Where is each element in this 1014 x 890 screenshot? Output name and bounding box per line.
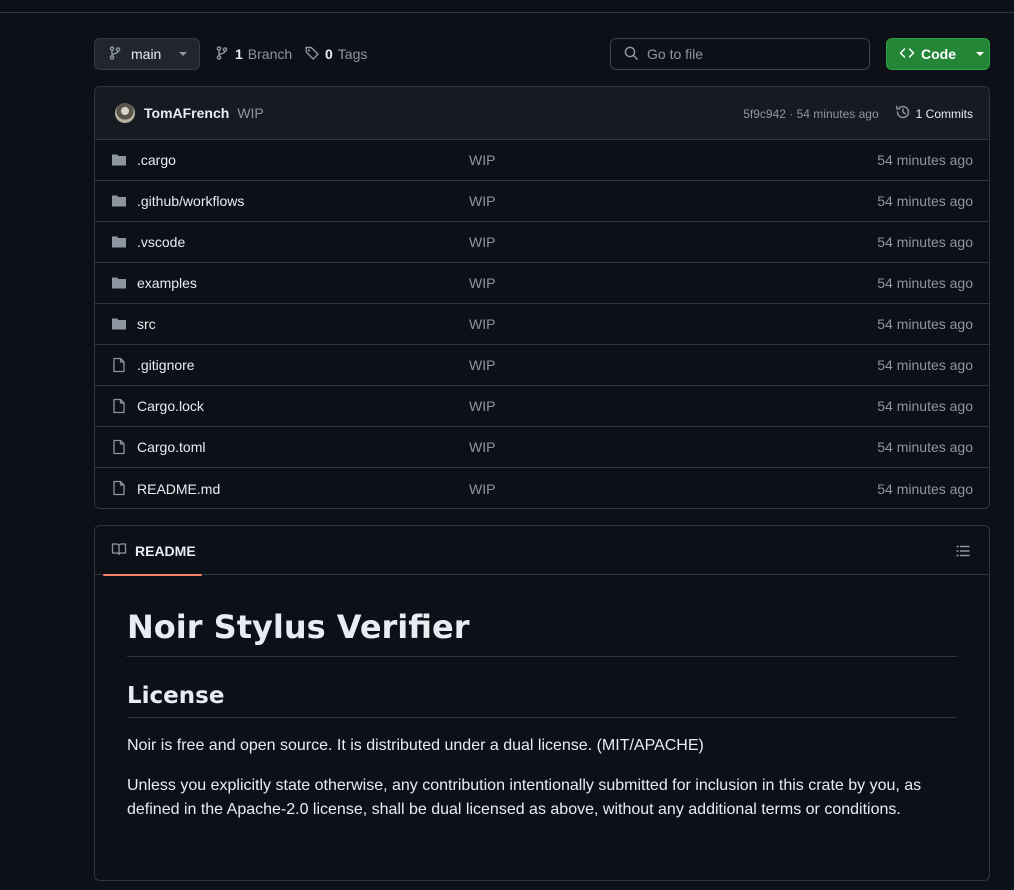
file-icon [111,480,127,496]
file-commit-age: 54 minutes ago [877,439,973,455]
readme-title: Noir Stylus Verifier [127,608,957,657]
file-commit-message[interactable]: WIP [469,275,495,291]
file-name-link[interactable]: examples [137,275,197,291]
search-icon [623,45,639,64]
branches-link[interactable]: 1 Branch [214,38,292,70]
header-divider [0,12,1014,13]
repo-toolbar: main 1 Branch 0 Tags Code [94,38,990,70]
code-button-label: Code [921,46,956,62]
readme-paragraph: Unless you explicitly state otherwise, a… [127,777,922,818]
commit-sha-time[interactable]: 5f9c942 · 54 minutes ago [743,107,878,121]
readme-panel: README Noir Stylus Verifier License Noir… [94,525,990,881]
file-commit-message[interactable]: WIP [469,481,495,497]
commits-history-link[interactable]: 1 Commits [895,104,973,123]
file-commit-age: 54 minutes ago [877,357,973,373]
branch-label: Branch [247,46,293,62]
tag-count: 0 [325,46,333,62]
file-commit-message[interactable]: WIP [469,316,495,332]
file-commit-age: 54 minutes ago [877,193,973,209]
file-name-link[interactable]: .github/workflows [137,193,244,209]
file-name-link[interactable]: .gitignore [137,357,195,373]
go-to-file-search[interactable] [610,38,870,70]
readme-header: README [95,526,989,576]
tab-readme[interactable]: README [103,526,202,576]
readme-content: Noir Stylus Verifier License Noir is fre… [95,608,989,822]
latest-commit-bar: TomAFrench WIP 5f9c942 · 54 minutes ago … [95,87,989,140]
branch-selector-button[interactable]: main [94,38,200,70]
chevron-down-icon [179,52,188,56]
file-icon [111,398,127,414]
file-name-link[interactable]: .vscode [137,234,185,250]
file-list: .cargo WIP 54 minutes ago .github/workflows… [95,140,989,508]
chevron-down-icon [976,52,984,56]
commits-count-label: 1 Commits [915,106,973,121]
list-outline-icon[interactable] [955,543,971,562]
folder-icon [111,193,127,209]
file-name-link[interactable]: src [137,316,156,332]
branch-count: 1 [235,46,243,62]
file-icon [111,439,127,455]
branch-name: main [131,46,162,62]
file-name-link[interactable]: .cargo [137,152,176,168]
file-commit-message[interactable]: WIP [469,152,495,168]
commit-message[interactable]: WIP [237,105,263,121]
file-commit-age: 54 minutes ago [877,316,973,332]
tag-icon [304,45,320,64]
file-row[interactable]: .gitignore WIP 54 minutes ago [95,345,989,386]
file-commit-message[interactable]: WIP [469,398,495,414]
readme-section-heading: License [127,683,957,718]
folder-icon [111,152,127,168]
file-browser: TomAFrench WIP 5f9c942 · 54 minutes ago … [94,86,990,509]
tag-label: Tags [337,46,368,62]
file-commit-age: 54 minutes ago [877,398,973,414]
file-name-link[interactable]: README.md [137,481,220,497]
readme-paragraph: Noir is free and open source. It is dist… [127,737,704,754]
commit-author[interactable]: TomAFrench [144,105,229,121]
commit-meta: 5f9c942 · 54 minutes ago 1 Commits [743,87,973,140]
file-icon [111,357,127,373]
file-row[interactable]: README.md WIP 54 minutes ago [95,468,989,508]
file-row[interactable]: .cargo WIP 54 minutes ago [95,140,989,181]
file-row[interactable]: Cargo.toml WIP 54 minutes ago [95,427,989,468]
file-commit-age: 54 minutes ago [877,234,973,250]
file-commit-message[interactable]: WIP [469,357,495,373]
file-row[interactable]: .github/workflows WIP 54 minutes ago [95,181,989,222]
file-commit-message[interactable]: WIP [469,439,495,455]
git-branch-icon [214,45,230,64]
code-icon [899,45,915,64]
code-button[interactable]: Code [886,38,990,70]
tags-link[interactable]: 0 Tags [304,38,367,70]
file-commit-message[interactable]: WIP [469,193,495,209]
avatar[interactable] [115,103,135,123]
file-row[interactable]: .vscode WIP 54 minutes ago [95,222,989,263]
folder-icon [111,275,127,291]
active-tab-underline [103,574,202,576]
file-row[interactable]: Cargo.lock WIP 54 minutes ago [95,386,989,427]
file-row[interactable]: src WIP 54 minutes ago [95,304,989,345]
file-name-link[interactable]: Cargo.lock [137,398,204,414]
folder-icon [111,316,127,332]
file-row[interactable]: examples WIP 54 minutes ago [95,263,989,304]
file-commit-age: 54 minutes ago [877,480,973,497]
folder-icon [111,234,127,250]
file-commit-age: 54 minutes ago [877,152,973,168]
git-branch-icon [107,45,123,64]
history-icon [895,104,911,123]
file-commit-age: 54 minutes ago [877,275,973,291]
file-commit-message[interactable]: WIP [469,234,495,250]
book-icon [111,541,127,560]
go-to-file-input[interactable] [647,46,847,62]
file-name-link[interactable]: Cargo.toml [137,439,205,455]
readme-tab-label: README [135,542,196,559]
